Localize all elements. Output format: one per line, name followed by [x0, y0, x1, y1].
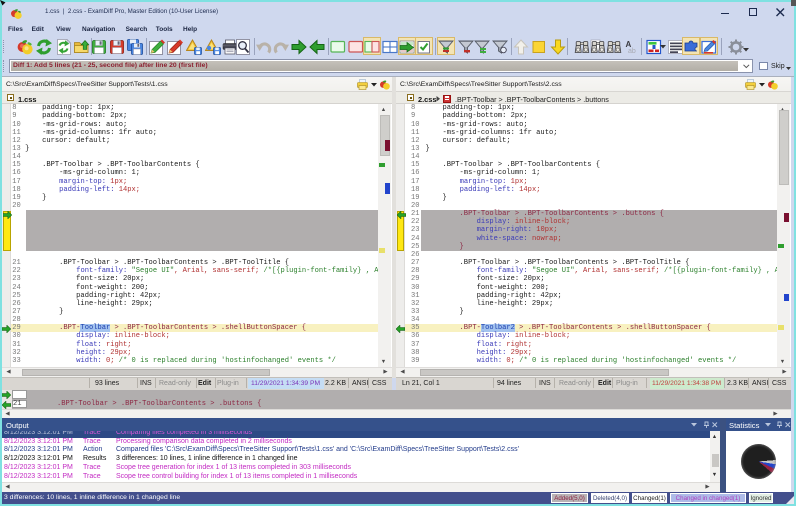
svg-text:ab: ab: [628, 48, 636, 55]
